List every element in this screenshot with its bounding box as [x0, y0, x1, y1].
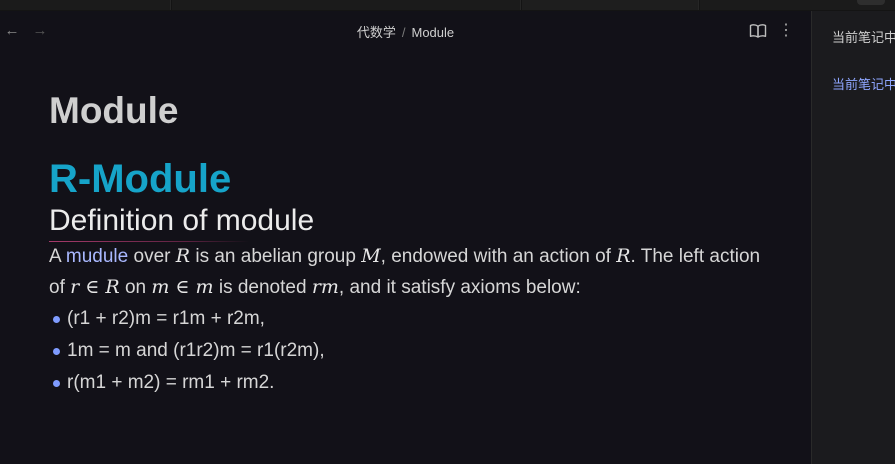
breadcrumb-current[interactable]: Module	[412, 25, 455, 40]
tab[interactable]	[172, 0, 521, 10]
breadcrumb-separator: /	[401, 25, 406, 40]
tab-strip	[0, 0, 895, 11]
note-content: Module R-Module Definition of module A m…	[49, 89, 769, 399]
math-inline: M	[361, 245, 381, 267]
bullet-icon	[53, 316, 60, 323]
text: on	[119, 277, 152, 298]
text: , endowed with an action of	[380, 246, 617, 267]
view-header: ← → 代数学 / Module ⋮	[0, 11, 811, 51]
text: is an abelian group	[190, 246, 362, 267]
tab[interactable]	[0, 0, 171, 10]
math-inline: m ∈ m	[151, 276, 214, 298]
right-sidebar: 当前笔记中 当前笔记中	[811, 11, 895, 464]
math-inline: R	[175, 245, 191, 267]
book-open-icon	[749, 24, 767, 38]
breadcrumb-parent[interactable]: 代数学	[357, 25, 396, 40]
bullet-icon	[53, 380, 60, 387]
note-title: Module	[49, 90, 179, 131]
breadcrumb: 代数学 / Module	[0, 22, 811, 41]
sidebar-link[interactable]: 当前笔记中	[832, 74, 895, 93]
heading-r-module: R-Module	[49, 157, 232, 201]
math-inline: rm	[311, 276, 339, 298]
editor-pane: ← → 代数学 / Module ⋮ Module R-Module Definit…	[0, 11, 811, 464]
list-item: 1m = m and (r1r2)m = r1(r2m),	[49, 335, 769, 367]
reading-view-button[interactable]	[749, 23, 767, 39]
tab-strip-button[interactable]	[857, 0, 885, 5]
sidebar-title: 当前笔记中	[832, 30, 895, 45]
text: , and it satisfy axioms below:	[338, 277, 581, 298]
text: is denoted	[213, 277, 312, 298]
heading-definition: Definition of module	[49, 203, 314, 242]
definition-paragraph: A mudule over R is an abelian group M, e…	[49, 241, 769, 303]
bullet-icon	[53, 348, 60, 355]
more-options-button[interactable]: ⋮	[778, 21, 794, 41]
math-inline: R	[616, 245, 631, 267]
more-vertical-icon: ⋮	[778, 22, 794, 39]
text: A	[49, 246, 66, 267]
tab-active[interactable]	[522, 0, 699, 10]
list-item-text: 1m = m and (r1r2)m = r1(r2m),	[67, 340, 325, 361]
list-item-text: r(m1 + m2) = rm1 + rm2.	[67, 372, 275, 393]
list-item: r(m1 + m2) = rm1 + rm2.	[49, 367, 769, 399]
math-inline: r ∈ R	[70, 276, 120, 298]
internal-link[interactable]: mudule	[66, 246, 128, 267]
text: over	[128, 246, 176, 267]
list-item-text: (r1 + r2)m = r1m + r2m,	[67, 308, 265, 329]
axiom-list: (r1 + r2)m = r1m + r2m, 1m = m and (r1r2…	[49, 303, 769, 399]
list-item: (r1 + r2)m = r1m + r2m,	[49, 303, 769, 335]
